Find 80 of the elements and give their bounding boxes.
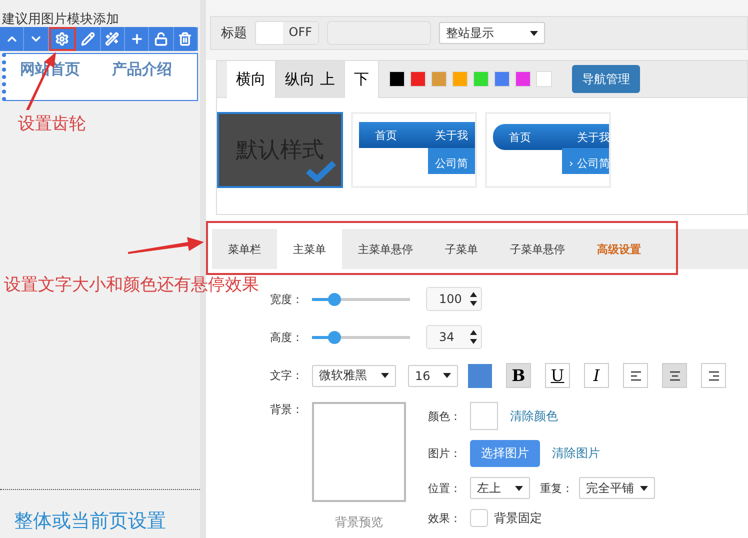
layout-tab[interactable]: 横向 [227,61,276,98]
align-left-icon [628,370,642,380]
color-swatch[interactable] [472,71,489,87]
color-picker[interactable] [470,402,498,430]
position-select[interactable]: 左上 [470,477,530,499]
caret-icon [530,30,538,36]
text-color-swatch[interactable] [468,364,492,388]
menu-item: 首页 [375,128,397,143]
scope-select[interactable]: 整站显示 [439,22,545,44]
color-swatch[interactable] [388,71,405,87]
color-swatch[interactable] [514,71,531,87]
align-right-button[interactable] [701,363,726,388]
clear-color-link[interactable]: 清除颜色 [510,408,558,424]
style-thumbnail[interactable]: 首页 关于我 公司简 [351,112,477,188]
menu-item: 首页 [509,130,531,145]
trash-icon [178,32,192,46]
caret-icon [640,486,648,490]
underline-button[interactable]: U [545,363,570,388]
caret-icon [381,373,389,378]
field-label: 效果： [428,510,462,526]
number-field[interactable]: 34 [426,325,482,349]
color-swatch[interactable] [452,71,468,87]
annotation-text: 设置文字大小和颜色还有悬停效果 [4,274,259,296]
magic-wand-icon [105,32,120,46]
field-label: 颜色： [428,408,462,424]
section-title: 整体或当前页设置 [13,509,167,534]
checkbox[interactable] [470,509,488,527]
color-swatch[interactable] [430,71,447,87]
menu-tab[interactable]: 主菜单悬停 [342,229,429,269]
spin-arrows-icon [470,291,477,307]
repeat-select[interactable]: 完全平铺 [579,477,655,499]
caret-icon [443,373,451,378]
field-label: 文字： [270,368,304,383]
slider-thumb[interactable] [328,292,341,306]
menu-item: 关于我 [435,128,468,143]
menu-tab[interactable]: 菜单栏 [212,229,277,269]
checkbox-label: 背景固定 [494,510,542,526]
align-center-icon [668,370,682,380]
hint-text: 建议用图片模块添加 [1,11,120,27]
unlocked-padlock-icon [154,32,168,46]
slider-thumb[interactable] [328,330,341,344]
toggle-label: OFF [282,22,318,44]
menu-item: 公司简 [435,156,468,171]
font-select[interactable]: 微软雅黑 [312,364,396,386]
align-left-button[interactable] [623,363,648,388]
size-select[interactable]: 16 [408,364,458,386]
align-center-button[interactable] [662,363,687,388]
preview-caption: 背景预览 [335,514,383,531]
menu-tab[interactable]: 子菜单悬停 [494,229,581,269]
field-label: 背景： [270,402,304,418]
field-label: 位置： [428,480,462,496]
field-label: 高度： [270,330,304,344]
plus-icon [130,32,144,46]
pencil-icon [80,32,95,46]
settings-button[interactable] [48,27,76,51]
menu-tab[interactable]: 主菜单 [277,229,342,269]
title-toggle[interactable]: OFF [255,21,319,45]
settings-icon [55,32,70,46]
spin-arrows-icon [470,329,477,345]
field-label: 标题 [221,25,247,42]
color-swatch[interactable] [410,71,426,87]
annotation-text: 设置齿轮 [18,113,86,135]
arrow-icon [128,236,204,254]
clear-image-link[interactable]: 清除图片 [552,445,600,462]
menu-tab[interactable]: 子菜单 [429,229,494,269]
caret-icon [515,486,523,490]
nav-manage-button[interactable]: 导航管理 [572,65,640,93]
layout-tab[interactable]: 下 [344,61,379,98]
layout-tab[interactable]: 纵向 上 [276,61,345,98]
color-swatch[interactable] [536,71,552,87]
nav-item[interactable]: 产品介绍 [112,60,172,94]
color-swatch[interactable] [494,71,510,87]
bold-button[interactable]: B [506,363,531,388]
number-field[interactable]: 100 [426,287,482,311]
italic-button[interactable]: I [584,363,609,388]
field-label: 图片： [428,446,462,461]
checkmark-icon [305,160,337,182]
field-label: 重复： [540,480,573,496]
field-label: 宽度： [270,292,304,306]
align-right-icon [706,370,720,380]
